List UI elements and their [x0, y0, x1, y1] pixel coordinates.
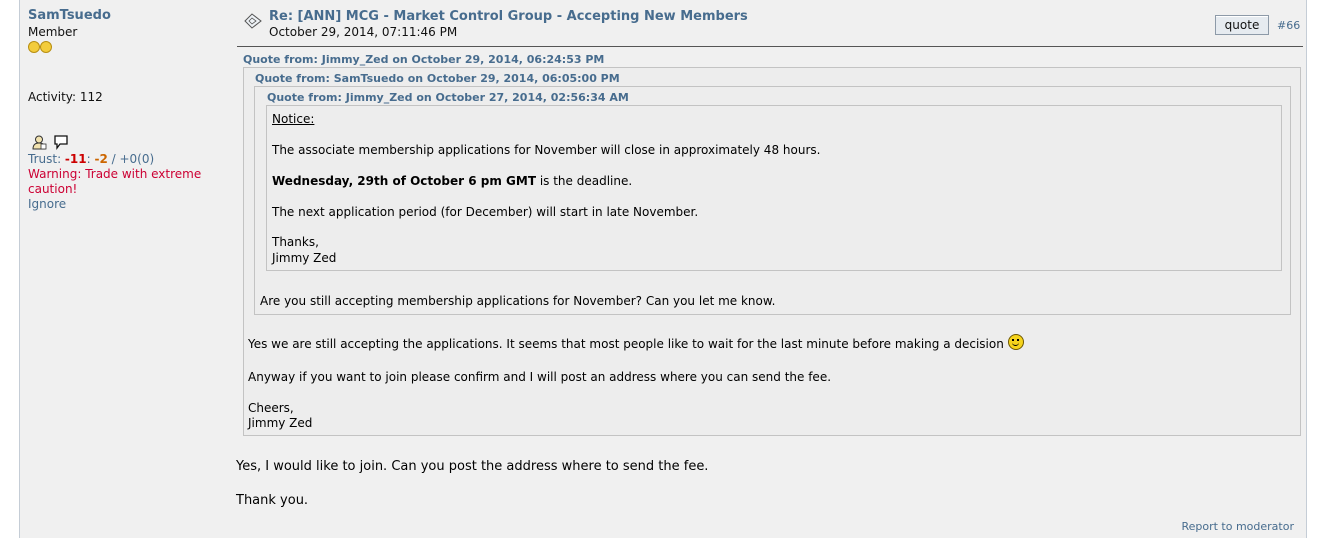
- reply-text: Thank you.: [236, 493, 309, 508]
- rank-coin-icon: [28, 41, 40, 53]
- poster-username[interactable]: SamTsuedo: [28, 8, 218, 23]
- post-subject-link[interactable]: Re: [ANN] MCG - Market Control Group - A…: [269, 9, 748, 24]
- trust-warning: Warning: Trade with extreme caution!: [28, 167, 202, 196]
- middle-quote-header[interactable]: Quote from: SamTsuedo on October 29, 201…: [255, 72, 620, 85]
- rank-coin-icon: [40, 41, 52, 53]
- inner-quote-line: The next application period (for Decembe…: [272, 205, 699, 219]
- post-header: Re: [ANN] MCG - Market Control Group - A…: [237, 8, 1303, 47]
- trust-negative-unverified: -2: [94, 152, 108, 166]
- trust-info: Trust: -11: -2 / +0(0) Warning: Trade wi…: [28, 152, 202, 211]
- quote-button[interactable]: quote: [1215, 15, 1269, 35]
- forum-post: SamTsuedo Member Activity: 112 Trust: -1…: [19, 0, 1307, 538]
- outer-quote-signature: Jimmy Zed: [248, 416, 313, 430]
- middle-quote-text: Are you still accepting membership appli…: [260, 294, 776, 308]
- outer-quote-header[interactable]: Quote from: Jimmy_Zed on October 29, 201…: [243, 53, 604, 66]
- inner-quote-deadline: Wednesday, 29th of October 6 pm GMT is t…: [272, 174, 633, 188]
- reply-text: Yes, I would like to join. Can you post …: [236, 459, 709, 474]
- trust-negative: -11: [64, 152, 87, 166]
- user-icon[interactable]: [32, 135, 47, 150]
- ignore-link[interactable]: Ignore: [28, 197, 66, 211]
- message-icon[interactable]: [53, 134, 69, 150]
- poster-rank: Member: [28, 25, 78, 39]
- poster-info: SamTsuedo Member Activity: 112 Trust: -1…: [28, 8, 218, 211]
- trust-link[interactable]: Trust:: [28, 152, 65, 166]
- inner-quote-header[interactable]: Quote from: Jimmy_Zed on October 27, 201…: [267, 91, 629, 104]
- post-number-link[interactable]: #66: [1277, 19, 1300, 32]
- inner-quote-signature: Jimmy Zed: [272, 251, 337, 265]
- outer-quote-line: Yes we are still accepting the applicati…: [248, 333, 1024, 353]
- smiley-icon: [1007, 333, 1024, 350]
- outer-quote-cheers: Cheers,: [248, 401, 294, 415]
- post-icon: [244, 13, 262, 29]
- poster-activity: Activity: 112: [28, 90, 103, 104]
- post-date: October 29, 2014, 07:11:46 PM: [269, 25, 458, 39]
- report-to-moderator-link[interactable]: Report to moderator: [1181, 520, 1294, 533]
- rank-stars: [28, 41, 218, 53]
- inner-quote-thanks: Thanks,: [272, 235, 319, 249]
- notice-label: Notice:: [272, 112, 315, 126]
- outer-quote-line: Anyway if you want to join please confir…: [248, 370, 832, 384]
- poster-icons: [32, 134, 69, 153]
- inner-quote-line: The associate membership applications fo…: [272, 143, 821, 157]
